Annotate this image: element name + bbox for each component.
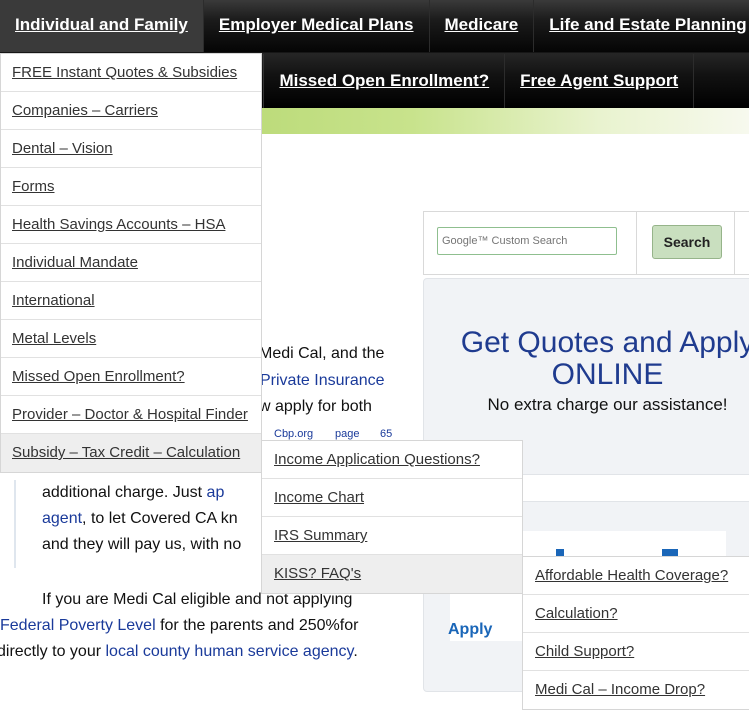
menu-item-forms[interactable]: Forms	[1, 168, 261, 206]
blockquote-line: and they will pay us, with no	[42, 536, 242, 553]
nav-life-and-estate-planning[interactable]: Life and Estate Planning	[534, 0, 749, 52]
apply-link[interactable]: ap	[207, 484, 225, 501]
menu-item-missed-open-enrollment[interactable]: Missed Open Enrollment?	[1, 358, 261, 396]
apply-label[interactable]: Apply	[448, 621, 492, 639]
menu-item-metal-levels[interactable]: Metal Levels	[1, 320, 261, 358]
divider	[636, 212, 637, 274]
paragraph-line: directly to your local county human serv…	[0, 643, 358, 661]
nav-individual-and-family[interactable]: Individual and Family	[0, 0, 204, 52]
menu-item-subsidy-tax-credit[interactable]: Subsidy – Tax Credit – Calculation	[1, 434, 261, 472]
quote-panel-subtitle: No extra charge our assistance!	[487, 395, 728, 414]
nav-row-secondary: c Missed Open Enrollment? Free Agent Sup…	[243, 54, 695, 108]
submenu-kiss-faqs: Affordable Health Coverage? Calculation?…	[522, 556, 749, 710]
quote-title-line: Get Quotes and Apply	[460, 326, 749, 359]
nav-row-primary: Individual and Family Employer Medical P…	[0, 0, 749, 52]
nav-free-agent-support[interactable]: Free Agent Support	[505, 54, 695, 108]
paragraph-line: Federal Poverty Level for the parents an…	[0, 617, 358, 635]
blockquote-text: additional charge. Just	[42, 484, 207, 501]
menu-item-affordable-health-coverage[interactable]: Affordable Health Coverage?	[523, 557, 749, 595]
menu-item-companies-carriers[interactable]: Companies – Carriers	[1, 92, 261, 130]
blockquote-line: agent, to let Covered CA kn	[42, 510, 238, 528]
menu-item-provider-finder[interactable]: Provider – Doctor & Hospital Finder	[1, 396, 261, 434]
paragraph-text: .	[353, 643, 358, 660]
agent-link[interactable]: agent	[42, 510, 82, 527]
search-widget: Search	[423, 211, 749, 275]
menu-item-dental-vision[interactable]: Dental – Vision	[1, 130, 261, 168]
private-insurance-link[interactable]: Private Insurance	[260, 372, 385, 390]
citation-page-number: 65	[380, 428, 393, 440]
divider	[734, 212, 735, 274]
citation-link[interactable]: Cbp.org	[274, 428, 313, 440]
body-text-line: w apply for both	[259, 398, 372, 415]
menu-item-individual-mandate[interactable]: Individual Mandate	[1, 244, 261, 282]
menu-item-calculation[interactable]: Calculation?	[523, 595, 749, 633]
menu-item-medi-cal-income-drop[interactable]: Medi Cal – Income Drop?	[523, 671, 749, 709]
quote-panel-title: Get Quotes and Apply ONLINE	[424, 327, 749, 391]
menu-item-free-instant-quotes[interactable]: FREE Instant Quotes & Subsidies	[1, 54, 261, 92]
nav-employer-medical-plans[interactable]: Employer Medical Plans	[204, 0, 430, 52]
menu-item-kiss-faqs[interactable]: KISS? FAQ's	[262, 555, 522, 593]
citation-page-label: page	[335, 428, 360, 440]
paragraph-text: for the parents and 250%for	[155, 617, 359, 634]
nav-missed-open-enrollment[interactable]: Missed Open Enrollment?	[264, 54, 506, 108]
menu-item-irs-summary[interactable]: IRS Summary	[262, 517, 522, 555]
blockquote-text: , to let Covered CA kn	[82, 510, 238, 527]
blockquote-line: additional charge. Just ap	[42, 484, 224, 502]
dropdown-individual-and-family: FREE Instant Quotes & Subsidies Companie…	[0, 53, 262, 473]
menu-item-income-application-questions[interactable]: Income Application Questions?	[262, 441, 522, 479]
blockquote-bar	[14, 480, 16, 568]
body-text-line: Medi Cal, and the	[259, 345, 385, 362]
search-input[interactable]	[437, 227, 617, 255]
submenu-subsidy-tax-credit: Income Application Questions? Income Cha…	[261, 440, 523, 594]
menu-item-hsa[interactable]: Health Savings Accounts – HSA	[1, 206, 261, 244]
menu-item-income-chart[interactable]: Income Chart	[262, 479, 522, 517]
quote-title-line: ONLINE	[551, 358, 664, 391]
nav-medicare[interactable]: Medicare	[430, 0, 535, 52]
paragraph-text: directly to your	[0, 643, 106, 660]
federal-poverty-level-link[interactable]: Federal Poverty Level	[0, 617, 156, 634]
menu-item-international[interactable]: International	[1, 282, 261, 320]
county-agency-link[interactable]: local county human service agency	[105, 643, 353, 660]
menu-item-child-support[interactable]: Child Support?	[523, 633, 749, 671]
search-button[interactable]: Search	[652, 225, 722, 259]
